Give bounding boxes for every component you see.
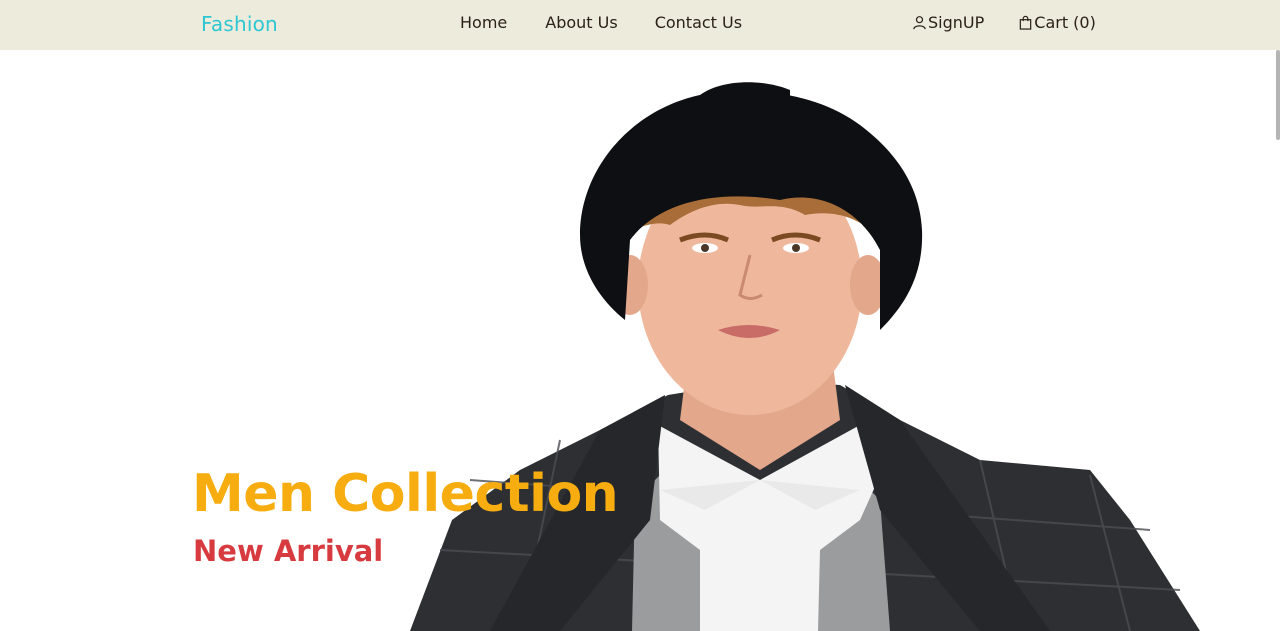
hero-banner: Men Collection New Arrival — [0, 50, 1276, 631]
nav-about-link[interactable]: About Us — [545, 13, 617, 32]
account-nav: SignUP Cart (0) — [912, 13, 1096, 32]
user-icon — [913, 16, 926, 30]
hero-model-image — [410, 82, 1200, 631]
nav-home-link[interactable]: Home — [460, 13, 507, 32]
brand-logo[interactable]: Fashion — [201, 12, 278, 36]
shopping-bag-icon — [1020, 15, 1032, 30]
cart-link[interactable]: Cart (0) — [1018, 13, 1096, 32]
hero-subtitle: New Arrival — [193, 534, 384, 568]
main-nav: Home About Us Contact Us — [460, 13, 779, 32]
signup-label: SignUP — [928, 13, 985, 32]
nav-contact-link[interactable]: Contact Us — [655, 13, 742, 32]
hero-title: Men Collection — [192, 464, 619, 524]
navbar: Fashion Home About Us Contact Us SignUP … — [0, 0, 1280, 50]
cart-label: Cart (0) — [1034, 13, 1096, 32]
signup-link[interactable]: SignUP — [912, 13, 984, 32]
scrollbar[interactable] — [1276, 50, 1280, 140]
